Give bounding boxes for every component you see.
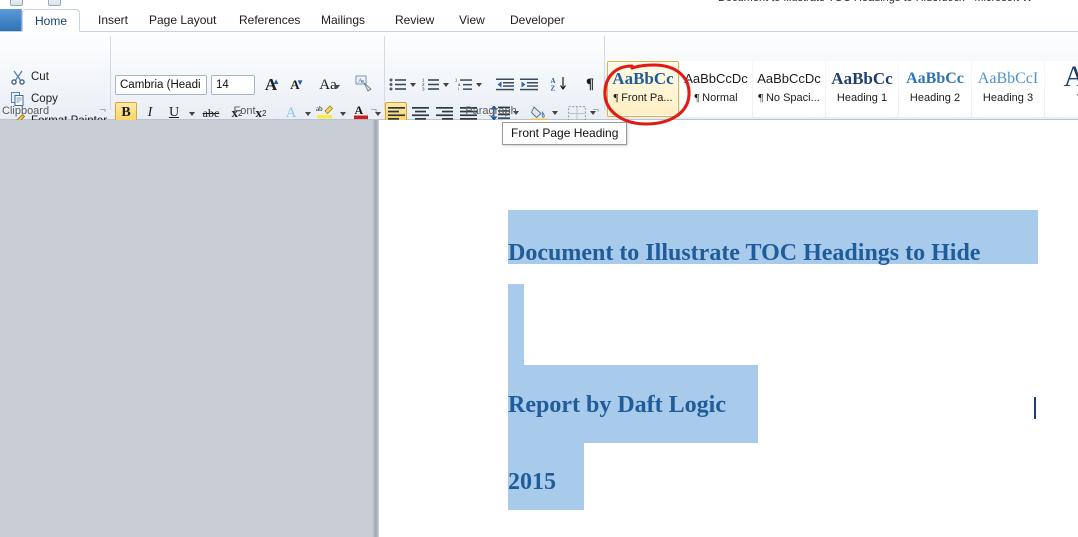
tab-insert[interactable]: Insert (86, 9, 140, 32)
style-preview-heading-1: AaBbCс (831, 69, 893, 88)
font-size-value: 14 (216, 79, 229, 91)
ribbon: Home Insert Page Layout References Maili… (0, 7, 1078, 128)
ribbon-body: Cut Copy Format Painter Clipboard (0, 32, 1078, 128)
increase-indent-icon (519, 78, 538, 90)
sort-icon: A Z (550, 77, 566, 93)
svg-text:i: i (458, 86, 459, 91)
scissors-icon (10, 69, 26, 85)
bullets-icon (389, 78, 406, 90)
title-bar: Document to Illustrate TOC Headings to H… (0, 0, 1078, 7)
multilevel-list-icon: 1 a i (455, 77, 472, 91)
style-front-page-heading[interactable]: AaBbCс ¶ Front Pa... (607, 61, 679, 117)
tab-mailings[interactable]: Mailings (309, 9, 377, 32)
font-name-value: Cambria (Headi (120, 79, 201, 91)
tab-page-layout[interactable]: Page Layout (137, 9, 228, 32)
navigation-pane-gray-area (0, 120, 372, 537)
workspace: Document to Illustrate TOC Headings to H… (0, 120, 1078, 537)
clear-formatting-icon: A a (355, 75, 374, 95)
numbering-dropdown-arrow[interactable] (443, 83, 449, 87)
window-title: Document to Illustrate TOC Headings to H… (718, 0, 1032, 4)
bullets-button[interactable] (388, 74, 408, 94)
group-divider-1 (110, 36, 111, 110)
numbering-icon: 1 2 3 (422, 77, 439, 91)
style-title[interactable]: Aa Ti (1045, 61, 1078, 117)
ribbon-tab-strip: Home Insert Page Layout References Maili… (0, 7, 1078, 32)
tab-developer[interactable]: Developer (498, 9, 577, 32)
decrease-indent-button[interactable] (494, 74, 516, 94)
style-name-heading-3: Heading 3 (982, 92, 1034, 104)
show-formatting-marks-button[interactable]: ¶ (580, 74, 600, 94)
style-no-spacing[interactable]: AaBbCcDc ¶ No Spaci... (753, 61, 825, 117)
svg-text:3: 3 (422, 86, 425, 91)
font-size-input[interactable]: 14 (211, 75, 255, 95)
style-name-no-spacing: ¶ No Spaci... (758, 92, 820, 104)
style-normal[interactable]: AaBbCcDc ¶ Normal (680, 61, 752, 117)
style-name-heading-2: Heading 2 (909, 92, 961, 104)
document-year-line[interactable]: 2015 (508, 469, 556, 496)
decrease-indent-icon (495, 78, 514, 90)
tab-home[interactable]: Home (22, 9, 81, 32)
tab-view[interactable]: View (447, 9, 497, 32)
svg-text:Z: Z (550, 85, 555, 93)
style-tooltip: Front Page Heading (502, 122, 628, 145)
tab-references[interactable]: References (227, 9, 312, 32)
clear-formatting-button[interactable]: A a (352, 74, 376, 96)
style-preview-normal: AaBbCcDc (684, 71, 748, 86)
font-group-label: Font (233, 105, 256, 117)
style-preview-heading-2: AaBbCc (906, 70, 964, 87)
font-name-input[interactable]: Cambria (Headi (115, 75, 207, 95)
document-subtitle-line[interactable]: Report by Daft Logic (508, 392, 726, 419)
sort-button[interactable]: A Z (548, 74, 570, 94)
copy-label: Copy (31, 92, 58, 105)
document-heading-line[interactable]: Document to Illustrate TOC Headings to H… (508, 240, 980, 267)
style-preview-no-spacing: AaBbCcDc (757, 71, 821, 86)
change-case-button[interactable]: Aa (313, 74, 343, 96)
qat-button-fragment-1[interactable] (10, 0, 23, 6)
style-preview-heading-3: AaBbCcI (977, 70, 1039, 87)
style-name-front-page-heading: ¶ Front Pa... (613, 92, 673, 104)
cut-button[interactable]: Cut (6, 66, 53, 87)
change-case-dropdown-arrow[interactable] (334, 85, 340, 89)
pane-splitter[interactable] (372, 120, 379, 537)
style-preview-front-page-heading: AaBbCс (612, 69, 674, 88)
bullets-dropdown-arrow[interactable] (410, 83, 416, 87)
group-divider-2 (384, 36, 385, 110)
style-heading-3[interactable]: AaBbCcI Heading 3 (972, 61, 1044, 117)
clipboard-dialog-launcher[interactable] (95, 105, 106, 116)
pilcrow-icon: ¶ (585, 75, 595, 92)
style-name-heading-1: Heading 1 (836, 92, 888, 104)
text-caret (1034, 397, 1036, 419)
style-heading-1[interactable]: AaBbCс Heading 1 (826, 61, 898, 117)
multilevel-list-dropdown-arrow[interactable] (476, 83, 482, 87)
cut-label: Cut (31, 70, 49, 83)
increase-indent-button[interactable] (518, 74, 540, 94)
style-name-title: Ti (1046, 93, 1078, 105)
paragraph-dialog-launcher[interactable] (588, 105, 599, 116)
multilevel-list-button[interactable]: 1 a i (454, 74, 474, 94)
document-page[interactable]: Document to Illustrate TOC Headings to H… (379, 120, 1078, 537)
group-divider-3 (604, 36, 605, 110)
font-dialog-launcher[interactable] (366, 105, 377, 116)
style-preview-title: Aa (1046, 62, 1078, 92)
style-heading-2[interactable]: AaBbCc Heading 2 (899, 61, 971, 117)
clipboard-group-label: Clipboard (2, 105, 50, 117)
shrink-font-button[interactable]: A ▼ (284, 74, 306, 96)
tab-review[interactable]: Review (383, 9, 446, 32)
style-name-normal: ¶ Normal (694, 92, 738, 104)
file-tab-corner[interactable] (0, 9, 22, 32)
grow-font-button[interactable]: A ▲ (260, 74, 282, 96)
paragraph-group-label: Paragraph (465, 105, 517, 117)
numbering-button[interactable]: 1 2 3 (421, 74, 441, 94)
qat-button-fragment-2[interactable] (48, 0, 61, 6)
